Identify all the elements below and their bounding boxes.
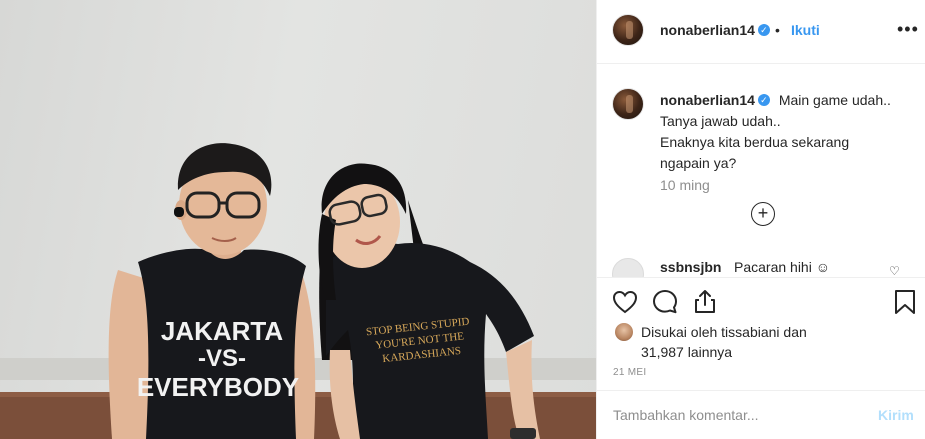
comment-text: Pacaran hihi ☺	[734, 259, 831, 275]
comment-username[interactable]: ssbnsjbn	[660, 259, 721, 275]
liker-avatar[interactable]	[615, 323, 633, 341]
share-icon[interactable]	[691, 288, 719, 316]
commenter-avatar[interactable]	[612, 258, 644, 277]
heart-icon[interactable]	[611, 288, 639, 316]
comment-like-heart-icon[interactable]: ♡	[889, 264, 900, 277]
caption-author-avatar[interactable]	[612, 88, 644, 120]
post-details-panel: nonaberlian14 ✓ • Ikuti ••• nonaberlian14…	[596, 0, 925, 439]
caption-time-ago[interactable]: 10 ming	[660, 177, 710, 193]
caption-username[interactable]: nonaberlian14 ✓	[660, 92, 770, 108]
post-photo[interactable]: JAKARTA -VS- EVERYBODY STOP BEING STUPID…	[0, 0, 596, 439]
author-username[interactable]: nonaberlian14 ✓	[660, 22, 770, 38]
likes-line-2: 31,987 lainnya	[641, 344, 733, 360]
verified-badge-icon: ✓	[757, 94, 770, 107]
left-shirt-line-2: -VS-	[198, 345, 246, 372]
likes-line-1: Disukai oleh tissabiani dan	[641, 324, 807, 340]
author-avatar[interactable]	[612, 14, 644, 46]
author-username-text[interactable]: nonaberlian14	[660, 22, 755, 38]
caption-line-3: Enaknya kita berdua sekarang	[660, 134, 850, 150]
add-comment-bar: Tambahkan komentar... Kirim	[597, 390, 925, 439]
verified-badge-icon: ✓	[757, 24, 770, 37]
post-comment-button[interactable]: Kirim	[878, 407, 914, 423]
more-options-icon[interactable]: •••	[897, 19, 919, 40]
likes-summary[interactable]: Disukai oleh tissabiani dan 31,987 lainn…	[641, 322, 911, 362]
comment-item: ssbnsjbn Pacaran hihi ☺ ♡	[612, 258, 912, 277]
caption-username-text[interactable]: nonaberlian14	[660, 92, 755, 108]
caption: nonaberlian14 ✓ Main game udah.. Tanya ja…	[660, 90, 910, 174]
separator-dot: •	[775, 22, 780, 38]
post-date[interactable]: 21 MEI	[613, 367, 646, 378]
comment-input[interactable]: Tambahkan komentar...	[613, 407, 759, 423]
bookmark-icon[interactable]	[891, 288, 919, 316]
left-shirt-line-1: JAKARTA	[161, 316, 284, 346]
caption-line-4: ngapain ya?	[660, 155, 737, 171]
comment-icon[interactable]	[651, 288, 679, 316]
post-actions: Disukai oleh tissabiani dan 31,987 lainn…	[597, 277, 925, 389]
left-shirt-line-3: EVERYBODY	[137, 372, 299, 402]
load-more-comments-icon[interactable]: +	[751, 202, 775, 226]
caption-line-2: Tanya jawab udah..	[660, 113, 781, 129]
caption-line-1: Main game udah..	[778, 92, 891, 108]
post-header: nonaberlian14 ✓ • Ikuti •••	[597, 0, 925, 64]
comments-section[interactable]: nonaberlian14 ✓ Main game udah.. Tanya ja…	[597, 65, 925, 277]
follow-button[interactable]: Ikuti	[791, 22, 820, 38]
